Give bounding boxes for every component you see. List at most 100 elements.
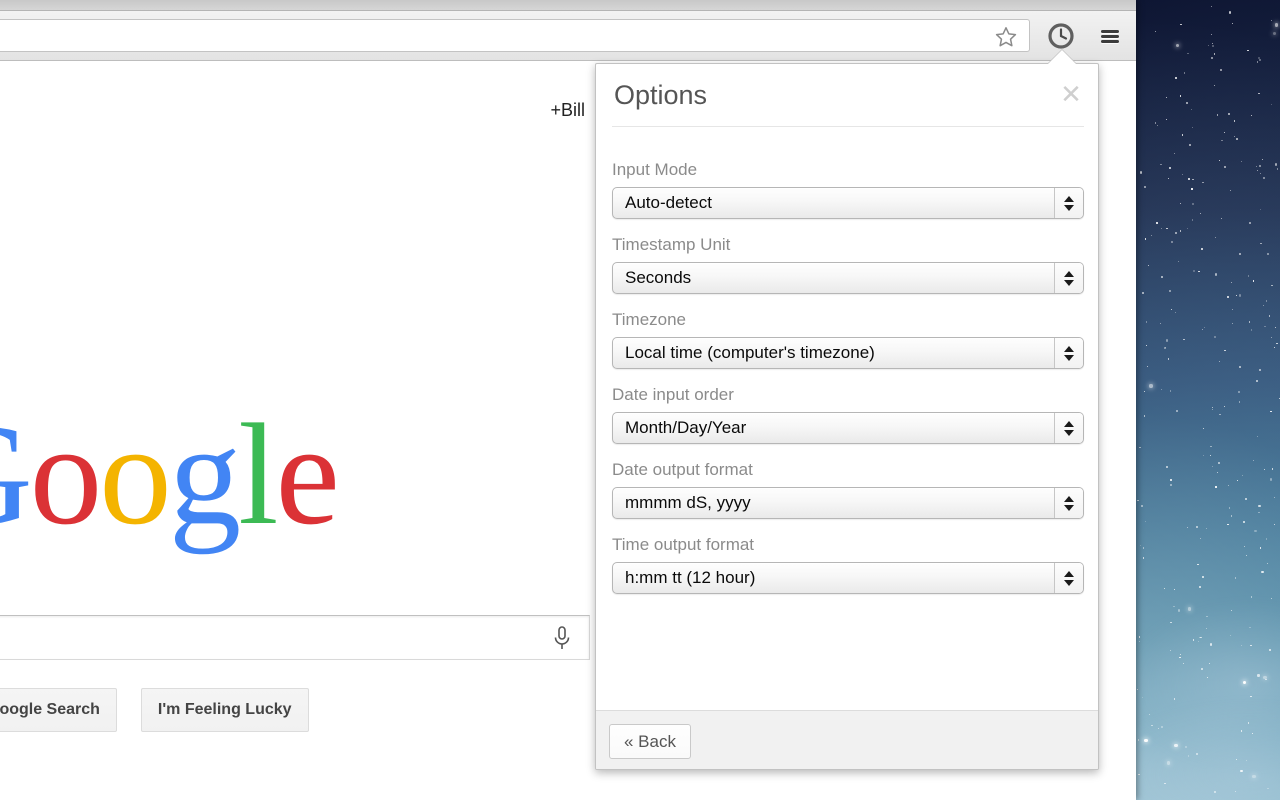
star: [1166, 227, 1168, 229]
option-select[interactable]: Month/Day/Year: [612, 412, 1084, 444]
clock-icon: [1048, 23, 1074, 49]
star: [1271, 284, 1273, 286]
star: [1149, 713, 1151, 716]
option-select-value: Local time (computer's timezone): [625, 343, 875, 362]
clock-extension-button[interactable]: [1044, 19, 1078, 53]
star: [1144, 738, 1148, 743]
option-label: Date output format: [612, 460, 753, 479]
title-divider: [612, 126, 1084, 127]
option-label: Date input order: [612, 385, 734, 404]
chevron-up-icon: [1064, 345, 1074, 352]
feeling-lucky-button[interactable]: I'm Feeling Lucky: [140, 688, 309, 732]
star: [1213, 335, 1216, 338]
star-icon[interactable]: [993, 24, 1019, 50]
chevron-up-icon: [1064, 420, 1074, 427]
star: [1275, 326, 1277, 328]
star: [1202, 181, 1204, 183]
star: [1238, 294, 1241, 297]
star: [1137, 499, 1139, 501]
star: [1238, 401, 1241, 403]
star: [1261, 570, 1264, 573]
star: [1213, 53, 1216, 55]
hamburger-menu-icon[interactable]: [1093, 19, 1127, 53]
star: [1166, 761, 1171, 765]
star: [1258, 59, 1262, 62]
star: [1240, 769, 1243, 773]
google-search-button[interactable]: Google Search: [0, 688, 117, 732]
star: [1236, 479, 1239, 481]
star: [1270, 410, 1272, 412]
star: [1213, 791, 1216, 794]
option-select[interactable]: h:mm tt (12 hour): [612, 562, 1084, 594]
star: [1180, 24, 1182, 26]
tab-strip: [0, 0, 1136, 11]
star: [1177, 260, 1179, 263]
star: [1271, 597, 1273, 599]
option-select[interactable]: mmmm dS, yyyy: [612, 487, 1084, 519]
select-stepper-arrows[interactable]: [1054, 263, 1083, 293]
star: [1250, 596, 1253, 598]
star: [1248, 722, 1250, 724]
back-button[interactable]: « Back: [609, 724, 691, 759]
star: [1200, 212, 1202, 214]
star: [1144, 186, 1146, 188]
select-stepper-arrows[interactable]: [1054, 188, 1083, 218]
select-stepper-arrows[interactable]: [1054, 413, 1083, 443]
star: [1249, 626, 1251, 629]
screen: +Bill Google Google Search I'm Feeling L…: [0, 0, 1280, 800]
google-account-link[interactable]: +Bill: [550, 100, 585, 121]
address-bar[interactable]: [0, 19, 1030, 52]
option-field: Time output format h:mm tt (12 hour): [612, 535, 1084, 594]
chevron-up-icon: [1064, 495, 1074, 502]
star: [1141, 292, 1144, 295]
chevron-down-icon: [1064, 354, 1074, 361]
star: [1213, 85, 1216, 87]
star: [1229, 634, 1231, 636]
star: [1211, 57, 1213, 59]
star: [1188, 143, 1192, 146]
star: [1192, 269, 1196, 273]
option-select[interactable]: Auto-detect: [612, 187, 1084, 219]
option-select[interactable]: Local time (computer's timezone): [612, 337, 1084, 369]
search-buttons: Google Search I'm Feeling Lucky: [0, 688, 309, 732]
star: [1138, 640, 1140, 643]
star: [1170, 308, 1172, 310]
star: [1182, 134, 1184, 136]
star: [1169, 167, 1171, 169]
star: [1231, 309, 1234, 311]
star: [1250, 329, 1253, 331]
search-input[interactable]: [0, 615, 590, 660]
star: [1275, 23, 1279, 27]
star: [1197, 563, 1199, 566]
star: [1247, 275, 1250, 277]
star: [1241, 474, 1244, 476]
select-stepper-arrows[interactable]: [1054, 338, 1083, 368]
star: [1232, 323, 1234, 325]
star: [1170, 479, 1172, 481]
chevron-up-icon: [1064, 270, 1074, 277]
star: [1170, 621, 1172, 624]
menu-bar-line: [1101, 39, 1119, 43]
star: [1214, 236, 1216, 239]
star: [1245, 760, 1247, 762]
select-stepper-arrows[interactable]: [1054, 488, 1083, 518]
star: [1161, 725, 1164, 729]
close-icon[interactable]: ✕: [1058, 81, 1084, 108]
star: [1167, 177, 1170, 180]
star: [1160, 388, 1163, 391]
star: [1221, 139, 1223, 142]
star: [1211, 466, 1213, 468]
star: [1145, 321, 1148, 323]
star: [1216, 471, 1219, 473]
select-stepper-arrows[interactable]: [1054, 563, 1083, 593]
star: [1269, 649, 1271, 651]
star: [1179, 653, 1181, 656]
star: [1142, 557, 1145, 559]
star: [1272, 31, 1277, 36]
microphone-icon[interactable]: [549, 624, 575, 652]
option-select[interactable]: Seconds: [612, 262, 1084, 294]
star: [1221, 218, 1223, 220]
star: [1165, 118, 1167, 121]
star: [1192, 639, 1194, 641]
star: [1139, 636, 1141, 638]
